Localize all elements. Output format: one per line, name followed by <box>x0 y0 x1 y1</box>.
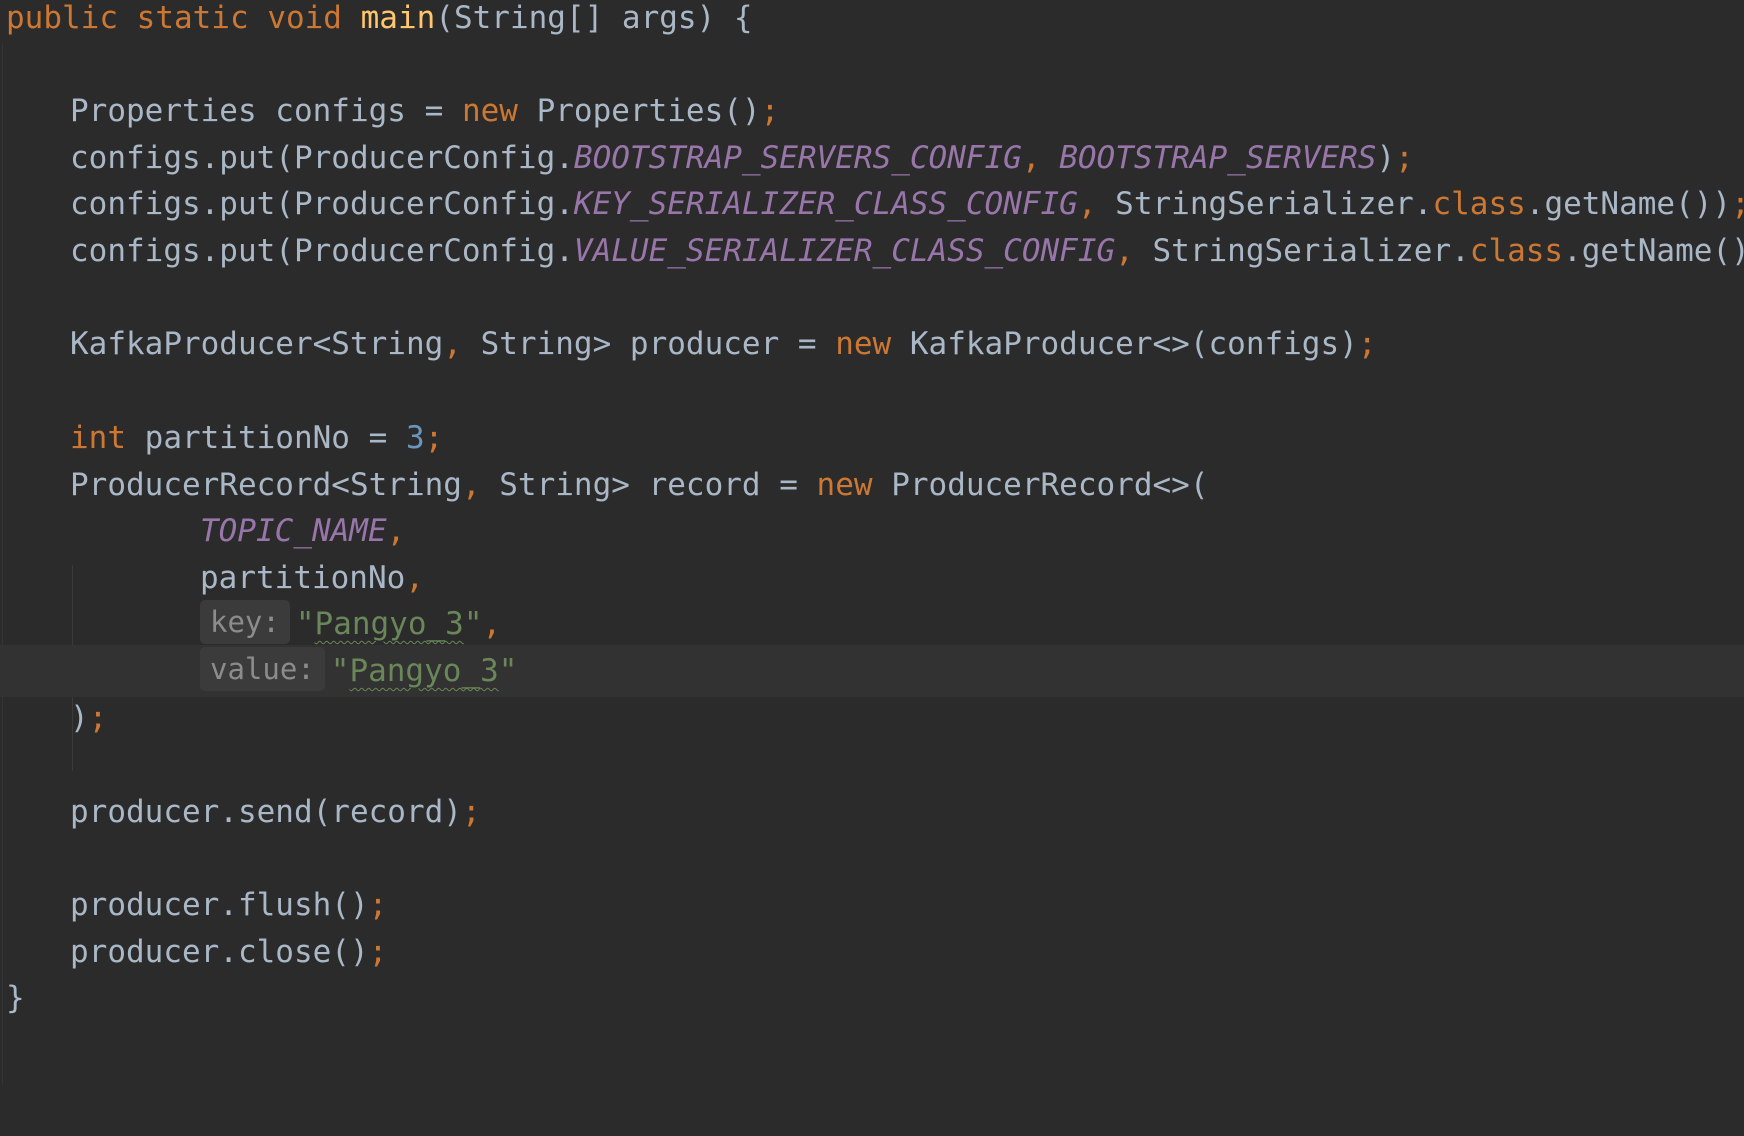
string-quote: " <box>498 653 518 689</box>
code-text: partitionNo <box>200 560 406 596</box>
string-quote: " <box>330 653 350 689</box>
keyword-class: class <box>1432 186 1526 222</box>
code-line-12-current[interactable]: value: "Pangyo_3" <box>0 645 1744 697</box>
constant: VALUE_SERIALIZER_CLASS_CONFIG <box>573 233 1116 269</box>
code-line-4[interactable]: configs.put(ProducerConfig.KEY_SERIALIZE… <box>0 178 1744 230</box>
code-line-6[interactable]: KafkaProducer<String, String> producer =… <box>0 318 1744 370</box>
code-line-11[interactable]: key: "Pangyo_3", <box>0 598 1744 650</box>
code-text: KafkaProducer<>(configs) <box>909 326 1358 362</box>
code-text: StringSerializer. <box>1152 233 1470 269</box>
string-quote: " <box>295 606 315 642</box>
code-text: .getName()) <box>1525 186 1732 222</box>
constant: TOPIC_NAME <box>200 513 387 549</box>
code-text: String> record = <box>499 467 817 503</box>
code-line-9[interactable]: TOPIC_NAME, <box>0 505 1744 557</box>
code-text: StringSerializer. <box>1115 186 1433 222</box>
code-line-8[interactable]: ProducerRecord<String, String> record = … <box>0 459 1744 511</box>
string-quote: " <box>463 606 483 642</box>
comma: , <box>1077 186 1116 222</box>
keyword-new: new <box>461 93 537 129</box>
semicolon: ; <box>368 887 388 923</box>
keyword-public: public <box>6 0 137 36</box>
number-literal: 3 <box>405 420 425 456</box>
code-line-7[interactable]: int partitionNo = 3; <box>0 412 1744 464</box>
parameter-hint-value: value: <box>200 647 325 691</box>
comma: , <box>1115 233 1153 269</box>
string-literal: Pangyo_3 <box>314 606 464 642</box>
code-text: ProducerRecord<String <box>70 467 462 503</box>
code-text: ProducerRecord<>( <box>891 467 1209 503</box>
code-line-17[interactable]: } <box>0 972 1744 1024</box>
code-text: Properties() <box>536 93 761 129</box>
code-line-5[interactable]: configs.put(ProducerConfig.VALUE_SERIALI… <box>0 225 1744 277</box>
keyword-static: static <box>136 0 268 36</box>
code-line-2[interactable]: Properties configs = new Properties(); <box>0 85 1744 137</box>
code-line-15[interactable]: producer.flush(); <box>0 879 1744 931</box>
constant: BOOTSTRAP_SERVERS <box>1059 140 1377 176</box>
string-literal: Pangyo_3 <box>349 653 499 689</box>
semicolon: ; <box>760 93 780 129</box>
keyword-class: class <box>1469 233 1564 269</box>
code-text: configs.put(ProducerConfig. <box>70 233 574 269</box>
code-text: producer.flush() <box>70 887 369 923</box>
code-line-16[interactable]: producer.close(); <box>0 926 1744 978</box>
code-text: Properties configs = <box>70 93 462 129</box>
comma: , <box>1021 140 1060 176</box>
semicolon: ; <box>1395 140 1414 176</box>
semicolon: ; <box>424 420 444 456</box>
comma: , <box>461 467 500 503</box>
code-line-10[interactable]: partitionNo, <box>0 552 1744 604</box>
constant: BOOTSTRAP_SERVERS_CONFIG <box>573 140 1022 176</box>
code-line-3[interactable]: configs.put(ProducerConfig.BOOTSTRAP_SER… <box>0 132 1744 184</box>
code-text: partitionNo = <box>144 420 406 456</box>
method-name: main <box>360 0 436 36</box>
semicolon: ; <box>1731 186 1744 222</box>
keyword-void: void <box>267 0 361 36</box>
comma: , <box>482 606 502 642</box>
semicolon: ; <box>1357 326 1377 362</box>
semicolon: ; <box>88 700 108 736</box>
closing-brace: } <box>6 980 25 1016</box>
code-text: producer.close() <box>70 934 369 970</box>
code-line-13[interactable]: ); <box>0 692 1744 744</box>
code-editor[interactable]: public static void main(String[] args) {… <box>0 0 1744 1136</box>
code-text: ) <box>70 700 89 736</box>
keyword-int: int <box>70 420 145 456</box>
code-line-14[interactable]: producer.send(record); <box>0 786 1744 838</box>
code-text: configs.put(ProducerConfig. <box>70 186 574 222</box>
code-text: KafkaProducer<String <box>70 326 444 362</box>
method-params: (String[] args) { <box>435 0 753 36</box>
code-text: configs.put(ProducerConfig. <box>70 140 574 176</box>
constant: KEY_SERIALIZER_CLASS_CONFIG <box>573 186 1078 222</box>
comma: , <box>443 326 481 362</box>
code-text: ) <box>1376 140 1396 176</box>
keyword-new: new <box>816 467 892 503</box>
comma: , <box>405 560 424 596</box>
keyword-new: new <box>835 326 910 362</box>
comma: , <box>386 513 406 549</box>
semicolon: ; <box>461 794 481 830</box>
code-line-1[interactable]: public static void main(String[] args) { <box>0 0 1744 44</box>
code-text: .getName()) <box>1563 233 1744 269</box>
code-text: producer.send(record) <box>70 794 462 830</box>
parameter-hint-key: key: <box>200 600 290 644</box>
code-text: String> producer = <box>480 326 836 362</box>
semicolon: ; <box>368 934 388 970</box>
